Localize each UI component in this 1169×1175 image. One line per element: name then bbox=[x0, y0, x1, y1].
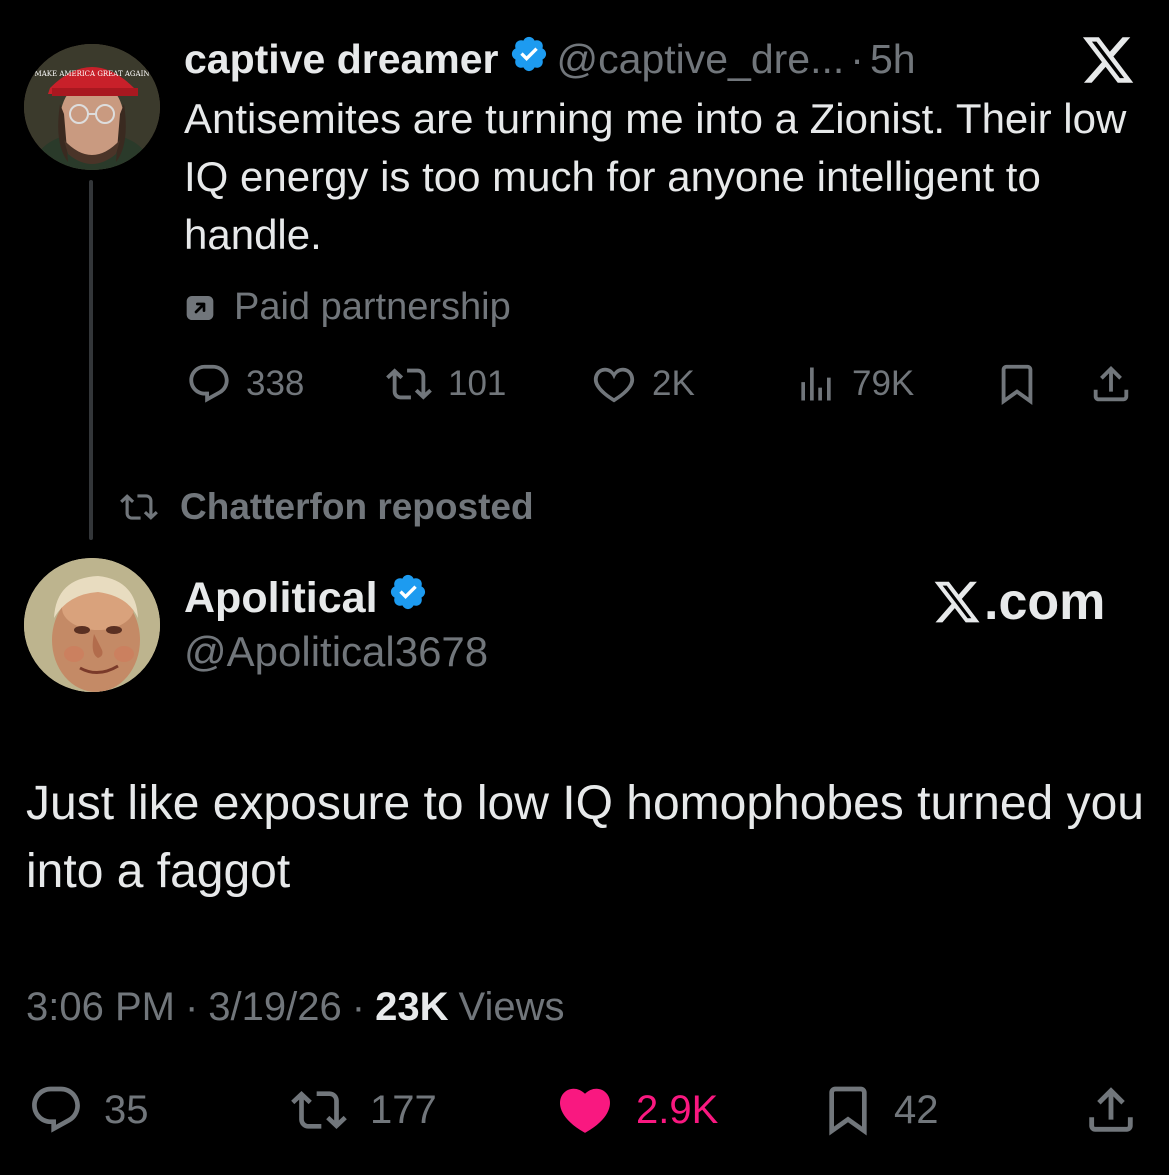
x-logo-icon bbox=[1078, 32, 1138, 88]
like-count: 2.9K bbox=[636, 1087, 719, 1132]
views-button[interactable]: 79K bbox=[794, 360, 914, 408]
repost-icon bbox=[120, 494, 158, 520]
paid-partnership-icon bbox=[186, 295, 214, 320]
x-com-brand: .com bbox=[930, 572, 1105, 632]
repost-count: 101 bbox=[448, 364, 507, 403]
brand-domain: .com bbox=[984, 573, 1106, 631]
repost-button[interactable]: 177 bbox=[286, 1082, 437, 1138]
author-handle[interactable]: @captive_dre... bbox=[557, 35, 845, 83]
paid-partnership-label: Paid partnership bbox=[184, 286, 511, 329]
avatar-captive-dreamer[interactable]: MAKE AMERICA GREAT AGAIN bbox=[24, 44, 160, 170]
repost-banner-text: Chatterfon reposted bbox=[180, 486, 534, 527]
reply-button[interactable]: 338 bbox=[186, 360, 304, 408]
reply-icon bbox=[189, 364, 229, 403]
paid-partnership-text: Paid partnership bbox=[234, 286, 511, 328]
share-button[interactable] bbox=[1088, 360, 1134, 408]
bookmark-icon bbox=[829, 1086, 867, 1136]
separator-dot: · bbox=[184, 985, 199, 1029]
like-count: 2K bbox=[652, 364, 695, 403]
tweet-metadata: 3:06 PM · 3/19/26 · 23K Views bbox=[26, 982, 564, 1032]
like-button[interactable]: 2K bbox=[590, 360, 695, 408]
views-icon bbox=[801, 367, 831, 401]
views-count: 23K bbox=[375, 985, 449, 1029]
main-tweet-header: Apolitical bbox=[184, 572, 436, 624]
heart-icon bbox=[559, 1088, 611, 1133]
share-icon bbox=[1093, 365, 1129, 402]
tweet-time[interactable]: 5h bbox=[870, 35, 916, 83]
thread-connector-line bbox=[89, 180, 93, 540]
repost-icon bbox=[291, 1091, 347, 1129]
avatar-hat-text: MAKE AMERICA GREAT AGAIN bbox=[35, 70, 150, 78]
repost-count: 177 bbox=[370, 1087, 437, 1132]
bookmark-button[interactable]: 42 bbox=[820, 1082, 939, 1138]
repost-icon bbox=[386, 368, 432, 400]
repost-button[interactable]: 101 bbox=[384, 360, 506, 408]
parent-tweet-text: Antisemites are turning me into a Zionis… bbox=[184, 95, 1127, 258]
heart-icon bbox=[593, 367, 635, 403]
bookmark-button[interactable] bbox=[994, 360, 1040, 408]
tweet-date[interactable]: 3/19/26 bbox=[208, 982, 341, 1032]
bookmark-count: 42 bbox=[894, 1087, 939, 1132]
tweet-time[interactable]: 3:06 PM bbox=[26, 982, 175, 1032]
verified-badge-icon bbox=[509, 34, 549, 84]
main-tweet-text: Just like exposure to low IQ homophobes … bbox=[26, 777, 1144, 898]
like-button[interactable]: 2.9K bbox=[552, 1082, 718, 1138]
reply-icon bbox=[32, 1086, 80, 1133]
author-handle[interactable]: @Apolitical3678 bbox=[184, 626, 488, 678]
share-icon bbox=[1089, 1087, 1133, 1132]
views-count: 79K bbox=[852, 364, 915, 403]
reply-button[interactable]: 35 bbox=[26, 1082, 149, 1138]
bookmark-icon bbox=[1001, 364, 1033, 405]
separator-dot: · bbox=[351, 985, 366, 1029]
author-name[interactable]: captive dreamer bbox=[184, 35, 499, 83]
verified-badge-icon bbox=[388, 572, 428, 624]
x-logo-icon bbox=[934, 581, 980, 623]
reply-count: 338 bbox=[246, 364, 305, 403]
avatar-apolitical[interactable] bbox=[24, 558, 160, 692]
share-button[interactable] bbox=[1082, 1082, 1140, 1138]
repost-banner[interactable]: Chatterfon reposted bbox=[118, 486, 534, 528]
views-label: Views bbox=[458, 985, 565, 1029]
author-name[interactable]: Apolitical bbox=[184, 572, 378, 624]
reply-count: 35 bbox=[104, 1087, 149, 1132]
parent-tweet-header: captive dreamer @captive_dre... · 5h bbox=[184, 34, 916, 84]
separator-dot: · bbox=[850, 36, 864, 82]
